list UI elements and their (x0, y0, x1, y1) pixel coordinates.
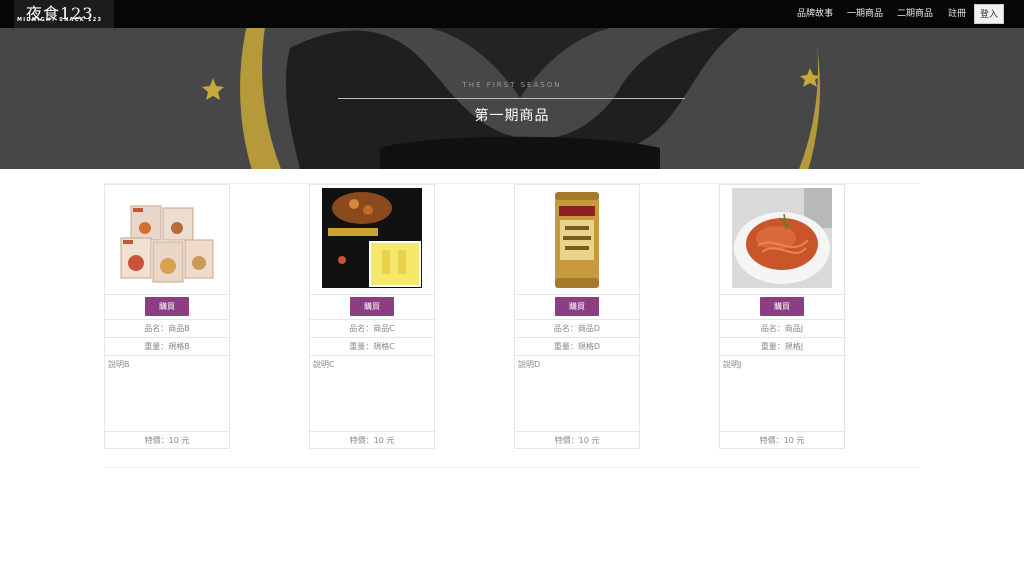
product-name: 品名：商品D (515, 319, 639, 337)
product-price: 特價：10 元 (515, 431, 639, 449)
product-price: 特價：10 元 (105, 431, 229, 449)
product-weight: 重量：規格J (720, 337, 844, 355)
hero-banner: THE FIRST SEASON 第一期商品 (0, 28, 1024, 169)
product-description: 說明J (720, 355, 844, 431)
nav-register[interactable]: 註冊 (948, 0, 966, 28)
product-card: 購買 品名：商品C 重量：規格C 說明C 特價：10 元 (309, 184, 435, 449)
product-description: 說明C (310, 355, 434, 431)
nav-season-two[interactable]: 二期商品 (897, 0, 933, 28)
brand-logo[interactable]: 夜食123 MIDNIGHT SNACK 123 (14, 0, 114, 28)
spaghetti-plate-image (720, 185, 844, 295)
product-weight: 重量：規格B (105, 337, 229, 355)
curry-package-image (310, 185, 434, 295)
product-weight: 重量：規格D (515, 337, 639, 355)
hero-title: 第一期商品 (474, 108, 550, 124)
product-name: 品名：商品B (105, 319, 229, 337)
product-name: 品名：商品J (720, 319, 844, 337)
buy-button[interactable]: 購買 (760, 297, 804, 316)
product-description: 說明D (515, 355, 639, 431)
buy-button[interactable]: 購買 (555, 297, 599, 316)
cocoa-can-image (515, 185, 639, 295)
top-navbar: 夜食123 MIDNIGHT SNACK 123 品牌故事 一期商品 二期商品 … (0, 0, 1024, 28)
product-price: 特價：10 元 (310, 431, 434, 449)
nav-season-one[interactable]: 一期商品 (847, 0, 883, 28)
product-card: 購買 品名：商品J 重量：規格J 說明J 特價：10 元 (719, 184, 845, 449)
product-name: 品名：商品C (310, 319, 434, 337)
login-button[interactable]: 登入 (974, 4, 1004, 24)
nav-brand-story[interactable]: 品牌故事 (797, 0, 833, 28)
product-card: 購買 品名：商品B 重量：規格B 說明B 特價：10 元 (104, 184, 230, 449)
hero-subtitle: THE FIRST SEASON (462, 81, 562, 89)
product-card: 購買 品名：商品D 重量：規格D 說明D 特價：10 元 (514, 184, 640, 449)
buy-button[interactable]: 購買 (350, 297, 394, 316)
product-weight: 重量：規格C (310, 337, 434, 355)
divider (104, 467, 920, 468)
hero-divider (338, 98, 685, 99)
brand-tagline: MIDNIGHT SNACK 123 (17, 17, 103, 23)
product-price: 特價：10 元 (720, 431, 844, 449)
buy-button[interactable]: 購買 (145, 297, 189, 316)
product-description: 說明B (105, 355, 229, 431)
soup-boxes-image (105, 185, 229, 295)
